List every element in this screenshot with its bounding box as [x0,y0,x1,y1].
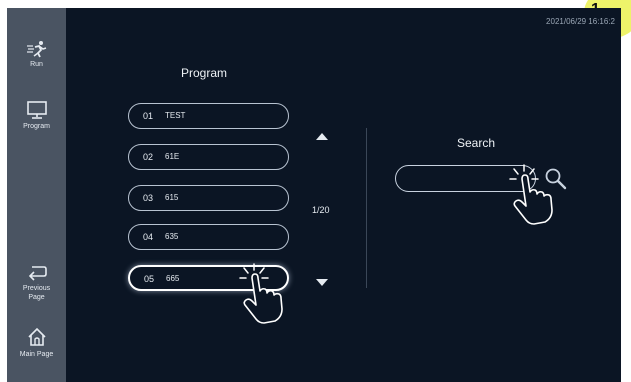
sidebar-item-label: Program [23,123,50,130]
program-name: 665 [166,274,180,283]
tap-gesture-icon [509,164,553,225]
program-name: 61E [165,152,180,161]
home-icon [27,327,46,346]
device-screen: Run Program Previous Page Main Page 2021… [7,8,621,382]
sidebar-item-label: Main Page [19,351,54,358]
sidebar-item-label: Previous Page [22,285,51,301]
program-name: 635 [165,232,179,241]
program-name: TEST [165,111,186,120]
sidebar-item-run[interactable]: Run [7,40,66,69]
program-number: 01 [143,111,154,121]
page-indicator: 1/20 [312,205,330,215]
program-row[interactable]: 03 615 [128,185,289,211]
sidebar: Run Program Previous Page Main Page [7,8,66,382]
monitor-icon [26,101,47,119]
program-row[interactable]: 04 635 [128,224,289,250]
tap-gesture-icon [239,263,283,324]
back-arrow-icon [28,266,47,281]
program-row[interactable]: 02 61E [128,144,289,170]
datetime-display: 2021/06/29 16:16:2 [546,17,615,26]
sidebar-item-previous-page[interactable]: Previous Page [7,262,66,302]
scroll-down-arrow-icon[interactable] [316,279,328,286]
search-title: Search [457,136,496,150]
program-number: 04 [143,232,154,242]
sidebar-item-program[interactable]: Program [7,100,66,131]
scroll-up-arrow-icon[interactable] [316,133,328,140]
sidebar-item-label: Run [30,61,43,68]
program-row[interactable]: 01 TEST [128,103,289,129]
sidebar-item-main-page[interactable]: Main Page [7,326,66,359]
divider [366,128,367,288]
program-number: 03 [143,193,154,203]
run-icon [26,41,46,58]
program-number: 05 [144,274,155,284]
program-number: 02 [143,152,154,162]
program-name: 615 [165,193,179,202]
program-title: Program [181,66,228,80]
